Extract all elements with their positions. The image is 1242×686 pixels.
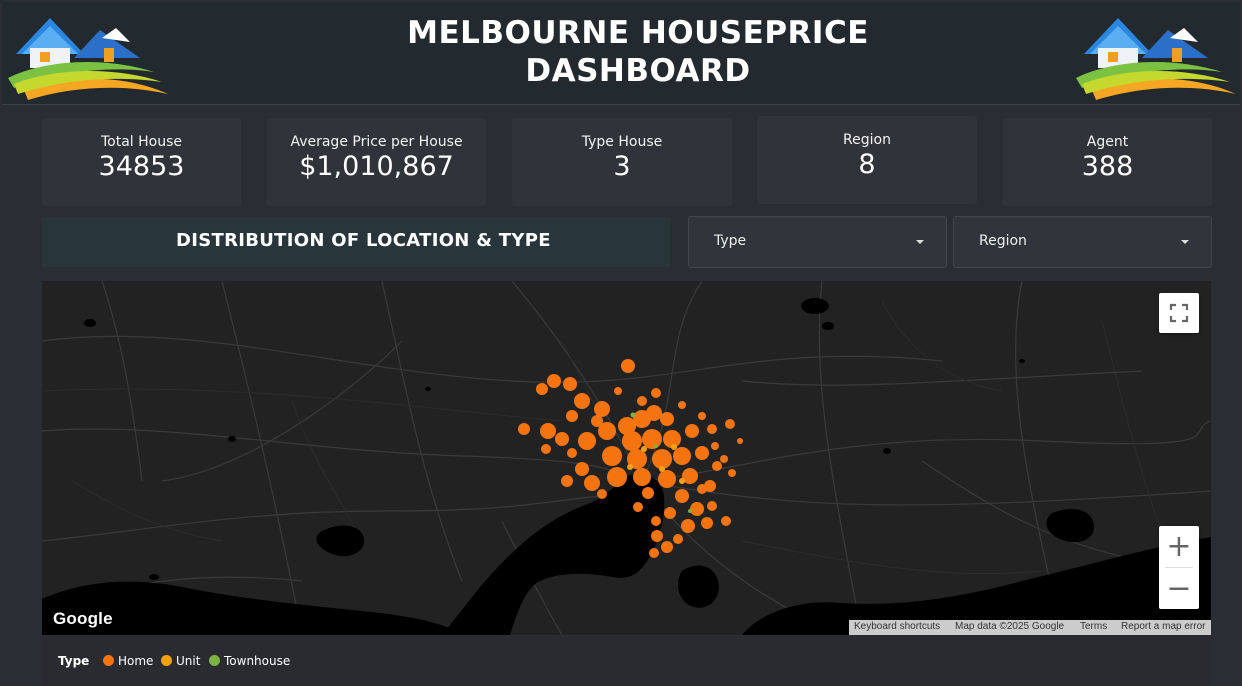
title-line-1: MELBOURNE HOUSEPRICE	[407, 15, 869, 51]
legend-dot-icon	[209, 655, 220, 666]
dashboard-header: MELBOURNE HOUSEPRICE DASHBOARD	[2, 2, 1240, 105]
map-data-text: Map data ©2025 Google	[955, 621, 1065, 632]
fullscreen-button[interactable]	[1159, 293, 1199, 333]
kpi-label: Average Price per House	[290, 134, 463, 150]
section-title-bar: DISTRIBUTION OF LOCATION & TYPE	[42, 217, 670, 267]
terms-link[interactable]: Terms	[1080, 621, 1107, 632]
dropdown-label: Type	[714, 233, 747, 249]
legend-item-unit[interactable]: Unit	[161, 654, 200, 668]
kpi-value: 3	[613, 151, 631, 182]
dropdown-label: Region	[979, 233, 1027, 249]
kpi-label: Type House	[581, 134, 663, 150]
map-basemap	[42, 281, 1211, 635]
type-filter-dropdown[interactable]: Type	[688, 216, 947, 268]
legend-item-townhouse[interactable]: Townhouse	[209, 654, 290, 668]
legend-title: Type	[58, 654, 90, 668]
kpi-region: Region 8	[757, 116, 977, 204]
kpi-value: $1,010,867	[299, 151, 454, 182]
zoom-in-button[interactable]: +	[1159, 526, 1199, 567]
kpi-total-house: Total House 34853	[42, 118, 241, 206]
legend-label: Unit	[176, 654, 201, 668]
zoom-controls: + −	[1159, 526, 1199, 609]
page-title: MELBOURNE HOUSEPRICE DASHBOARD	[362, 14, 914, 90]
house-logo-icon	[8, 18, 168, 100]
kpi-agent: Agent 388	[1003, 118, 1212, 206]
caret-down-icon	[1181, 240, 1189, 244]
location-map[interactable]: + − Google Keyboard shortcuts Map data ©…	[42, 281, 1211, 635]
kpi-value: 34853	[98, 151, 185, 182]
caret-down-icon	[916, 240, 924, 244]
title-line-2: DASHBOARD	[525, 53, 751, 89]
section-title: DISTRIBUTION OF LOCATION & TYPE	[176, 230, 551, 251]
map-attribution-bar: Keyboard shortcuts Map data ©2025 Google…	[849, 620, 1211, 635]
legend-item-home[interactable]: Home	[103, 654, 153, 668]
region-filter-dropdown[interactable]: Region	[953, 216, 1212, 268]
kpi-label: Agent	[1086, 134, 1129, 150]
zoom-out-button[interactable]: −	[1159, 568, 1199, 609]
map-legend: Type Home Unit Townhouse	[42, 636, 1211, 686]
legend-label: Townhouse	[224, 654, 291, 668]
legend-dot-icon	[161, 655, 172, 666]
report-map-error-link[interactable]: Report a map error	[1121, 621, 1205, 632]
kpi-average-price: Average Price per House $1,010,867	[267, 118, 486, 206]
house-logo-icon	[1076, 18, 1236, 100]
kpi-value: 8	[858, 149, 876, 180]
kpi-label: Total House	[100, 134, 183, 150]
kpi-type-house: Type House 3	[512, 118, 732, 206]
google-logo: Google	[53, 609, 113, 628]
fullscreen-icon	[1169, 303, 1189, 323]
kpi-label: Region	[843, 132, 891, 148]
keyboard-shortcuts-link[interactable]: Keyboard shortcuts	[854, 621, 940, 632]
kpi-value: 388	[1081, 151, 1134, 182]
legend-label: Home	[118, 654, 154, 668]
legend-dot-icon	[103, 655, 114, 666]
